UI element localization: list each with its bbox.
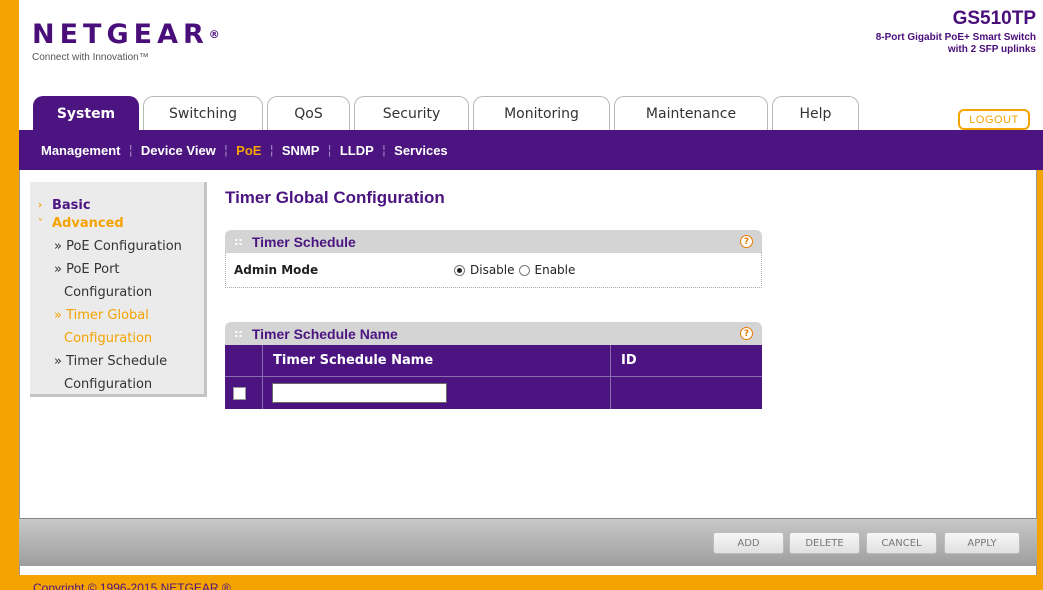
copyright-text: Copyright © 1996-2015 NETGEAR ®	[33, 581, 231, 590]
table-header: Timer Schedule Name ID	[225, 345, 762, 376]
subnav-poe[interactable]: PoE	[228, 143, 269, 158]
subnav-services[interactable]: Services	[386, 143, 456, 158]
tab-monitoring[interactable]: Monitoring	[473, 96, 610, 130]
row-checkbox-cell	[225, 377, 263, 409]
sidebar-item-timer-global-configuration[interactable]: » Timer Global	[30, 304, 204, 327]
sidebar-item-label: Advanced	[52, 216, 124, 231]
admin-mode-row: Admin Mode Disable Enable	[225, 253, 762, 288]
model-info: GS510TP 8-Port Gigabit PoE+ Smart Switch…	[876, 8, 1036, 56]
sidebar-item-timer-schedule-configuration-cont[interactable]: Configuration	[30, 373, 204, 396]
sidebar-item-timer-global-configuration-cont[interactable]: Configuration	[30, 327, 204, 350]
right-orange-border	[1037, 170, 1043, 590]
sidebar-item-advanced[interactable]: ˅ Advanced	[30, 212, 204, 235]
model-desc-line-2: with 2 SFP uplinks	[947, 44, 1036, 55]
tab-switching[interactable]: Switching	[143, 96, 263, 130]
model-name: GS510TP	[952, 8, 1036, 29]
admin-mode-label: Admin Mode	[234, 263, 319, 277]
radio-enable[interactable]: Enable	[518, 263, 576, 277]
sub-navigation: Management ¦ Device View ¦ PoE ¦ SNMP ¦ …	[19, 130, 1043, 170]
cancel-button[interactable]: CANCEL	[866, 532, 937, 554]
logo-registered-mark: ®	[208, 28, 220, 41]
logo-wordmark: NETGEAR	[32, 19, 209, 50]
radio-disable[interactable]: Disable	[454, 263, 515, 277]
add-button[interactable]: ADD	[713, 532, 784, 554]
sidebar-item-label: Basic	[52, 198, 91, 213]
timer-schedule-name-panel-header: :: Timer Schedule Name ?	[225, 322, 762, 345]
logo-tagline: Connect with Innovation™	[32, 52, 149, 63]
page-title: Timer Global Configuration	[225, 188, 445, 207]
help-icon[interactable]: ?	[740, 327, 753, 340]
timer-schedule-panel-header: :: Timer Schedule ?	[225, 230, 762, 253]
name-cell	[263, 377, 611, 409]
sidebar-item-timer-schedule-configuration[interactable]: » Timer Schedule	[30, 350, 204, 373]
chevron-down-icon: ˅	[38, 218, 43, 229]
panel-title: Timer Schedule Name	[251, 325, 398, 342]
row-checkbox[interactable]	[233, 386, 246, 400]
subnav-device-view[interactable]: Device View	[133, 143, 224, 158]
radio-enable-label: Enable	[534, 263, 576, 277]
sidebar-item-poe-port-configuration-cont[interactable]: Configuration	[30, 281, 204, 304]
tab-help[interactable]: Help	[772, 96, 859, 130]
apply-button[interactable]: APPLY	[944, 532, 1020, 554]
radio-disable-label: Disable	[470, 263, 515, 277]
timer-schedule-name-input[interactable]	[272, 383, 447, 403]
subnav-management[interactable]: Management	[33, 143, 128, 158]
delete-button[interactable]: DELETE	[789, 532, 860, 554]
sidebar-item-poe-configuration[interactable]: » PoE Configuration	[30, 235, 204, 258]
left-orange-border	[0, 0, 19, 590]
tab-maintenance[interactable]: Maintenance	[614, 96, 768, 130]
grip-icon: ::	[234, 235, 243, 248]
sidebar: › Basic ˅ Advanced » PoE Configuration »…	[30, 182, 207, 397]
tab-system[interactable]: System	[33, 96, 139, 130]
subnav-snmp[interactable]: SNMP	[274, 143, 328, 158]
netgear-logo: NETGEAR® Connect with Innovation™	[32, 19, 220, 64]
tab-qos[interactable]: QoS	[267, 96, 350, 130]
header-checkbox-cell	[225, 345, 263, 376]
subnav-lldp[interactable]: LLDP	[332, 143, 382, 158]
grip-icon: ::	[234, 327, 243, 340]
main-tabs: System Switching QoS Security Monitoring…	[33, 96, 863, 130]
table-row	[225, 376, 762, 409]
sidebar-item-poe-port-configuration[interactable]: » PoE Port	[30, 258, 204, 281]
tab-security[interactable]: Security	[354, 96, 469, 130]
help-icon[interactable]: ?	[740, 235, 753, 248]
column-header-id: ID	[621, 353, 637, 368]
id-cell	[611, 377, 762, 409]
panel-title: Timer Schedule	[251, 233, 356, 250]
radio-disable-button[interactable]	[454, 264, 465, 276]
model-description: 8-Port Gigabit PoE+ Smart Switch with 2 …	[876, 32, 1036, 56]
column-header-name: Timer Schedule Name	[263, 345, 611, 376]
radio-enable-button[interactable]	[518, 264, 530, 276]
model-desc-line-1: 8-Port Gigabit PoE+ Smart Switch	[875, 32, 1036, 43]
logout-button[interactable]: LOGOUT	[958, 109, 1030, 130]
